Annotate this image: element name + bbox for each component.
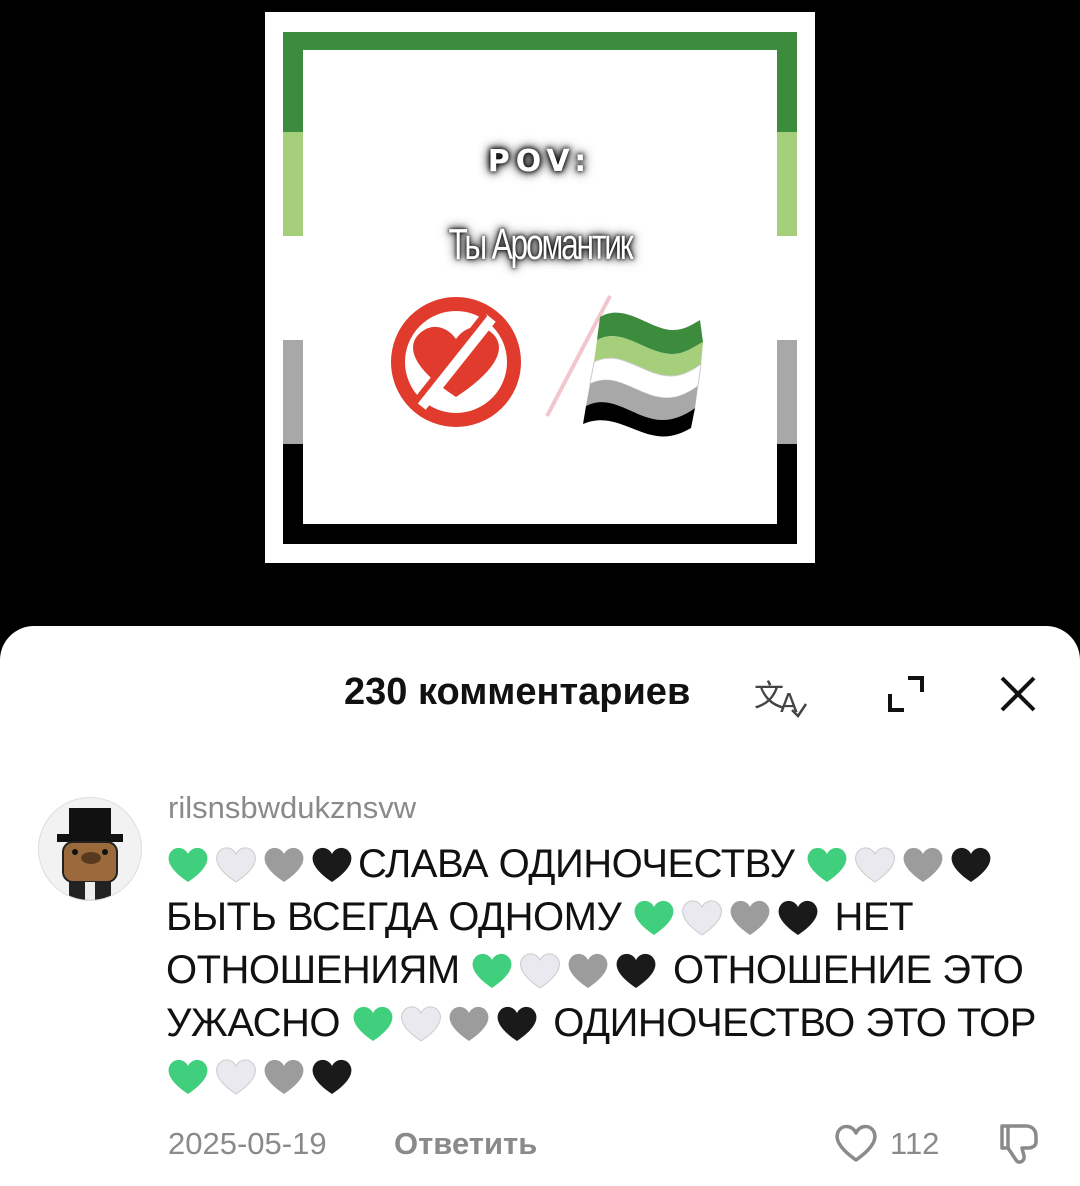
comment-segment: ОДИНОЧЕСТВО ЭТО ТОР: [553, 1001, 1036, 1045]
heart-black-icon: [949, 844, 993, 884]
aromantic-frame-graphic: [283, 32, 797, 544]
heart-green-icon: [351, 1003, 395, 1043]
avatar[interactable]: [38, 797, 142, 901]
comment-segment: БЫТЬ ВСЕГДА ОДНОМУ: [166, 895, 622, 939]
comments-count-title: 230 комментариев: [344, 671, 691, 713]
heart-white-icon: [214, 1056, 258, 1096]
video-area: POV: Ты Аромантик: [0, 0, 1080, 640]
aromantic-flag-icon: [583, 312, 703, 437]
close-icon[interactable]: [996, 672, 1040, 716]
heart-grey-icon: [262, 844, 306, 884]
video-thumbnail[interactable]: POV: Ты Аромантик: [265, 12, 815, 563]
heart-black-icon: [310, 1056, 354, 1096]
comment-text: СЛАВА ОДИНОЧЕСТВУ БЫТЬ ВСЕГДА ОДНОМУ НЕТ…: [166, 838, 1046, 1103]
heart-grey-icon: [566, 950, 610, 990]
comment-username[interactable]: rilsnsbwdukznsvw: [168, 790, 416, 826]
dislike-icon[interactable]: [996, 1120, 1044, 1166]
comment-segment: СЛАВА ОДИНОЧЕСТВУ: [358, 842, 795, 886]
heart-green-icon: [632, 897, 676, 937]
heart-white-icon: [214, 844, 258, 884]
translate-icon[interactable]: 文 A: [752, 672, 808, 718]
heart-white-icon: [399, 1003, 443, 1043]
heart-white-icon: [853, 844, 897, 884]
reply-button[interactable]: Ответить: [394, 1126, 537, 1162]
comment-date: 2025-05-19: [168, 1126, 327, 1161]
heart-white-icon: [518, 950, 562, 990]
heart-green-icon: [470, 950, 514, 990]
heart-grey-icon: [262, 1056, 306, 1096]
heart-black-icon: [495, 1003, 539, 1043]
heart-green-icon: [805, 844, 849, 884]
heart-grey-icon: [728, 897, 772, 937]
comments-sheet: 230 комментариев 文 A rilsnsbwdukznsvw СЛ…: [0, 626, 1080, 1186]
like-count: 112: [890, 1126, 940, 1161]
heart-black-icon: [310, 844, 354, 884]
heart-grey-icon: [447, 1003, 491, 1043]
heart-green-icon: [166, 844, 210, 884]
video-subtitle: Ты Аромантик: [448, 220, 634, 269]
expand-icon[interactable]: [884, 672, 928, 716]
heart-black-icon: [776, 897, 820, 937]
pov-title: POV:: [487, 144, 593, 179]
like-heart-icon[interactable]: [833, 1122, 879, 1164]
heart-white-icon: [680, 897, 724, 937]
heart-black-icon: [614, 950, 658, 990]
no-romance-icon: [391, 297, 521, 427]
heart-green-icon: [166, 1056, 210, 1096]
heart-grey-icon: [901, 844, 945, 884]
